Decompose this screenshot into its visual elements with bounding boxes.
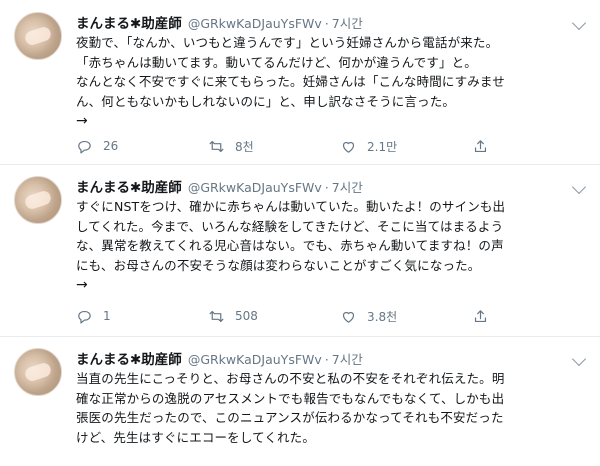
display-name[interactable]: まんまる✱助産師	[76, 348, 182, 368]
reply-count: 1	[103, 309, 111, 323]
tweet-text-line: 「赤ちゃんは動いてます。動いてるんだけど、何かが違うんです」と。	[76, 54, 477, 70]
tweet-feed: まんまる✱助産師 @GRkwKaDJauYsFWv · 7시간 夜勤で、「なんか…	[0, 0, 600, 466]
user-handle[interactable]: @GRkwKaDJauYsFWv	[188, 180, 322, 195]
retweet-button[interactable]: 8천	[208, 138, 340, 155]
thread-arrow-icon: →	[76, 277, 88, 294]
tweet-text-line: けど、先生はすぐにエコーをしてくれた。	[76, 429, 315, 445]
timestamp[interactable]: 7시간	[332, 349, 363, 368]
tweet-text-line: 張医の先生だったので、このニュアンスが伝わるかなってそれも不安だった	[76, 410, 504, 426]
display-name[interactable]: まんまる✱助産師	[76, 12, 182, 32]
tweet-text-line: な、異常を教えてくれる児心音はない。でも、赤ちゃん動いてますね！の声	[76, 238, 504, 254]
share-button[interactable]	[472, 308, 489, 325]
separator-dot: ·	[324, 180, 329, 195]
tweet-divider	[0, 164, 600, 165]
timestamp[interactable]: 7시간	[332, 13, 363, 32]
separator-dot: ·	[324, 16, 329, 31]
tweet-text-line: してくれた。今まで、いろんな経験をしてきたけど、そこに当てはまるよう	[76, 218, 504, 234]
tweet-text: 夜勤で、「なんか、いつもと違うんです」という妊婦さんから電話が来た。 「赤ちゃん…	[76, 33, 588, 131]
separator-dot: ·	[324, 352, 329, 367]
tweet-text-line: 夜勤で、「なんか、いつもと違うんです」という妊婦さんから電話が来た。	[76, 35, 499, 50]
avatar[interactable]	[14, 12, 62, 60]
heart-icon	[342, 311, 355, 323]
avatar[interactable]	[14, 348, 62, 396]
avatar[interactable]	[14, 176, 62, 224]
tweet-actions: 26 8천 2.1만	[76, 136, 489, 156]
share-button[interactable]	[472, 138, 489, 155]
retweet-count: 508	[235, 309, 258, 323]
share-icon	[474, 309, 487, 322]
reply-icon	[78, 310, 91, 323]
tweet-actions: 1 508 3.8천	[76, 306, 489, 326]
tweet-header: まんまる✱助産師 @GRkwKaDJauYsFWv · 7시간	[76, 348, 363, 368]
chevron-down-icon[interactable]	[571, 15, 587, 31]
reply-button[interactable]: 26	[76, 138, 208, 155]
thread-arrow-icon: →	[76, 113, 88, 130]
display-name[interactable]: まんまる✱助産師	[76, 176, 182, 196]
tweet-header: まんまる✱助産師 @GRkwKaDJauYsFWv · 7시간	[76, 176, 363, 196]
reply-icon	[78, 140, 91, 153]
user-handle[interactable]: @GRkwKaDJauYsFWv	[188, 16, 322, 31]
tweet-text-line: すぐにNSTをつけ、確かに赤ちゃんは動いていた。動いたよ！のサインも出	[76, 199, 506, 214]
like-button[interactable]: 2.1만	[340, 138, 472, 155]
share-icon	[474, 139, 487, 152]
tweet-text-line: 確な正常からの逸脱のアセスメントでも報告でもなんでもなくて、しかも出	[76, 390, 505, 406]
retweet-count: 8천	[235, 139, 254, 154]
like-count: 3.8천	[367, 309, 398, 324]
retweet-icon	[209, 140, 224, 152]
tweet-text-line: ん、何ともないかもしれないのに」と、申し訳なさそうに言った。	[76, 93, 456, 109]
timestamp[interactable]: 7시간	[332, 177, 363, 196]
like-count: 2.1만	[367, 139, 398, 154]
user-handle[interactable]: @GRkwKaDJauYsFWv	[188, 352, 322, 367]
tweet-text: すぐにNSTをつけ、確かに赤ちゃんは動いていた。動いたよ！のサインも出 してくれ…	[76, 197, 588, 295]
tweet-text-line: にも、お母さんの不安そうな顔は変わらないことがすごく気になった。	[76, 257, 481, 273]
tweet-text-line: 当直の先生にこっそりと、お母さんの不安と私の不安をそれぞれ伝えた。明	[76, 371, 505, 386]
chevron-down-icon[interactable]	[571, 351, 587, 367]
retweet-button[interactable]: 508	[208, 308, 340, 325]
tweet-text: 当直の先生にこっそりと、お母さんの不安と私の不安をそれぞれ伝えた。明 確な正常か…	[76, 369, 588, 447]
tweet-divider	[0, 336, 600, 337]
reply-count: 26	[103, 139, 119, 153]
chevron-down-icon[interactable]	[571, 179, 587, 195]
like-button[interactable]: 3.8천	[340, 308, 472, 325]
reply-button[interactable]: 1	[76, 308, 208, 325]
tweet-text-line: なんとなく不安ですぐに来てもらった。妊婦さんは「こんな時間にすみませ	[76, 74, 505, 90]
heart-icon	[342, 141, 355, 153]
tweet-header: まんまる✱助産師 @GRkwKaDJauYsFWv · 7시간	[76, 12, 363, 32]
retweet-icon	[209, 310, 224, 322]
